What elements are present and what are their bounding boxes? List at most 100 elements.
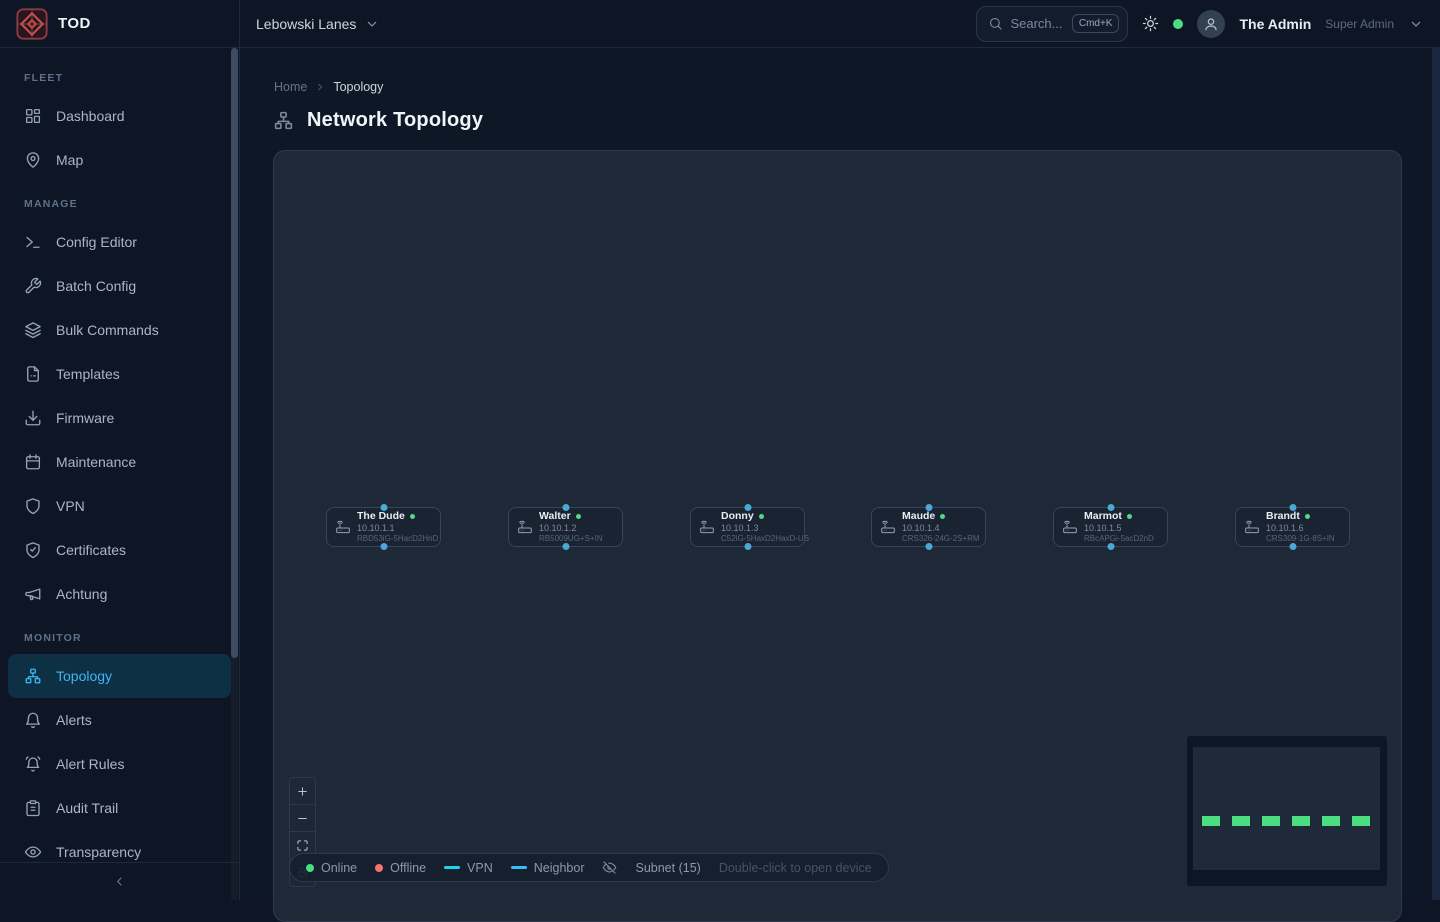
sidebar-item-bulk-commands[interactable]: Bulk Commands: [8, 308, 231, 352]
search-icon: [988, 16, 1003, 31]
search-box[interactable]: Cmd+K: [976, 6, 1128, 42]
sidebar-item-dashboard[interactable]: Dashboard: [8, 94, 231, 138]
search-shortcut-badge: Cmd+K: [1072, 14, 1120, 33]
router-icon: [880, 519, 896, 535]
theme-toggle-button[interactable]: [1142, 15, 1159, 32]
minimap[interactable]: [1187, 736, 1387, 886]
node-status-dot: [1127, 514, 1132, 519]
search-input[interactable]: [1010, 16, 1064, 31]
minimap-node: [1232, 816, 1250, 826]
topology-node-donny[interactable]: Donny10.10.1.3C52iG-5HaxD2HaxD-US: [690, 507, 805, 547]
router-icon: [335, 519, 351, 535]
sidebar-item-alerts[interactable]: Alerts: [8, 698, 231, 742]
zoom-out-button[interactable]: [290, 805, 315, 832]
sidebar-item-alert-rules[interactable]: Alert Rules: [8, 742, 231, 786]
legend-online: Online: [306, 861, 357, 875]
sun-icon: [1142, 15, 1159, 32]
chevron-down-icon: [1408, 16, 1424, 32]
offline-dot-icon: [375, 864, 383, 872]
topology-node-marmot[interactable]: Marmot10.10.1.5RBcAPGi-5acD2nD: [1053, 507, 1168, 547]
breadcrumb-current: Topology: [333, 80, 383, 94]
sidebar-item-topology[interactable]: Topology: [8, 654, 231, 698]
sidebar-item-label: Firmware: [56, 410, 114, 426]
sidebar-item-map[interactable]: Map: [8, 138, 231, 182]
sidebar-collapse-button[interactable]: [0, 862, 239, 900]
node-handle-bottom[interactable]: [562, 543, 569, 550]
node-ip: 10.10.1.5: [1084, 523, 1154, 534]
sidebar-scrollbar[interactable]: [231, 48, 238, 900]
node-status-dot: [1305, 514, 1310, 519]
sidebar-item-templates[interactable]: Templates: [8, 352, 231, 396]
sidebar-item-batch-config[interactable]: Batch Config: [8, 264, 231, 308]
map-pin-icon: [24, 151, 42, 169]
node-handle-top[interactable]: [380, 504, 387, 511]
sitemap-icon: [24, 667, 42, 685]
node-model: C52iG-5HaxD2HaxD-US: [721, 534, 796, 544]
legend-bar: Online Offline VPN Neighbor Subnet (15) …: [289, 853, 889, 882]
sidebar-item-audit-trail[interactable]: Audit Trail: [8, 786, 231, 830]
node-name: Marmot: [1084, 510, 1122, 523]
node-ip: 10.10.1.6: [1266, 523, 1335, 534]
wrench-icon: [24, 277, 42, 295]
sidebar-item-achtung[interactable]: Achtung: [8, 572, 231, 616]
topbar: Lebowski Lanes Cmd+K The Admin Super Adm…: [240, 0, 1440, 48]
plus-icon: [296, 785, 309, 798]
page-scrollbar[interactable]: [1432, 48, 1440, 900]
topology-node-walter[interactable]: Walter10.10.1.2RB5009UG+S+IN: [508, 507, 623, 547]
toggle-visibility-button[interactable]: [602, 860, 617, 875]
node-handle-top[interactable]: [744, 504, 751, 511]
calendar-icon: [24, 453, 42, 471]
avatar[interactable]: [1197, 10, 1225, 38]
user-name: The Admin: [1239, 16, 1311, 32]
topology-node-the-dude[interactable]: The Dude10.10.1.1RBD53iG-5HacD2HnD: [326, 507, 441, 547]
eye-off-icon: [602, 860, 617, 875]
legend-neighbor: Neighbor: [511, 861, 585, 875]
node-handle-top[interactable]: [925, 504, 932, 511]
sidebar-item-label: Certificates: [56, 542, 126, 558]
node-model: CRS309-1G-8S+IN: [1266, 534, 1335, 544]
user-menu-button[interactable]: [1408, 16, 1424, 32]
sidebar-item-label: Batch Config: [56, 278, 136, 294]
node-handle-top[interactable]: [1107, 504, 1114, 511]
node-model: RBD53iG-5HacD2HnD: [357, 534, 432, 544]
node-ip: 10.10.1.4: [902, 523, 977, 534]
topology-node-maude[interactable]: Maude10.10.1.4CRS326-24G-2S+RM: [871, 507, 986, 547]
node-status-dot: [410, 514, 415, 519]
node-model: RB5009UG+S+IN: [539, 534, 603, 544]
node-handle-bottom[interactable]: [380, 543, 387, 550]
topology-node-brandt[interactable]: Brandt10.10.1.6CRS309-1G-8S+IN: [1235, 507, 1350, 547]
node-ip: 10.10.1.1: [357, 523, 432, 534]
topology-canvas[interactable]: The Dude10.10.1.1RBD53iG-5HacD2HnD Walter…: [273, 150, 1402, 922]
download-icon: [24, 409, 42, 427]
node-model: CRS326-24G-2S+RM: [902, 534, 977, 544]
clipboard-icon: [24, 799, 42, 817]
node-name: Walter: [539, 510, 571, 523]
breadcrumb-home[interactable]: Home: [274, 80, 307, 94]
zoom-in-button[interactable]: [290, 778, 315, 805]
sidebar-scrollbar-thumb[interactable]: [231, 48, 238, 658]
neighbor-line-icon: [511, 866, 527, 869]
node-handle-bottom[interactable]: [744, 543, 751, 550]
sidebar-item-label: Maintenance: [56, 454, 136, 470]
sidebar-item-firmware[interactable]: Firmware: [8, 396, 231, 440]
sidebar-item-label: Achtung: [56, 586, 107, 602]
node-name: Donny: [721, 510, 754, 523]
sidebar-item-vpn[interactable]: VPN: [8, 484, 231, 528]
legend-hint: Double-click to open device: [719, 861, 872, 875]
node-handle-top[interactable]: [1289, 504, 1296, 511]
tenant-switcher[interactable]: Lebowski Lanes: [256, 16, 380, 32]
minimap-node: [1262, 816, 1280, 826]
node-handle-bottom[interactable]: [925, 543, 932, 550]
node-handle-top[interactable]: [562, 504, 569, 511]
sidebar-item-certificates[interactable]: Certificates: [8, 528, 231, 572]
node-status-dot: [759, 514, 764, 519]
sidebar-nav: FLEETDashboardMapMANAGEConfig EditorBatc…: [0, 48, 239, 862]
chevron-right-icon: [314, 81, 326, 93]
sidebar-item-transparency[interactable]: Transparency: [8, 830, 231, 862]
node-handle-bottom[interactable]: [1107, 543, 1114, 550]
connection-status-dot: [1173, 19, 1183, 29]
sidebar-item-label: Transparency: [56, 844, 141, 860]
sidebar-item-config-editor[interactable]: Config Editor: [8, 220, 231, 264]
node-handle-bottom[interactable]: [1289, 543, 1296, 550]
sidebar-item-maintenance[interactable]: Maintenance: [8, 440, 231, 484]
